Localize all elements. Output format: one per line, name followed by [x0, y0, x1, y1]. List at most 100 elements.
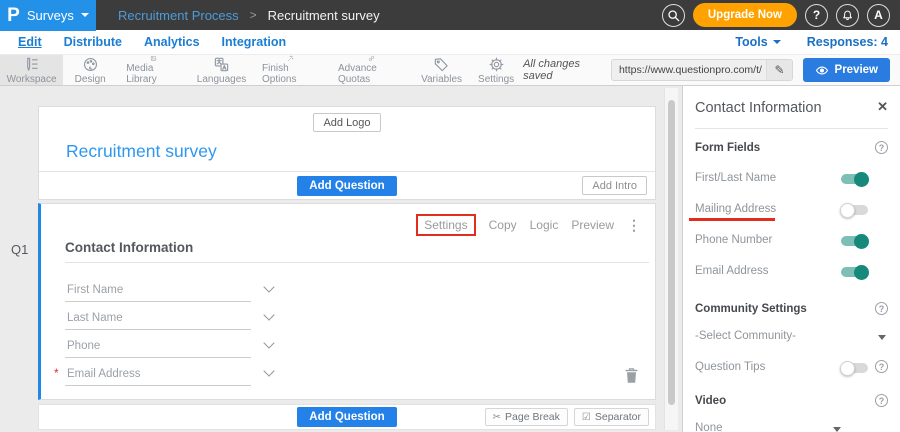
tab-analytics[interactable]: Analytics	[140, 35, 204, 49]
question-actions: Settings Copy Logic Preview ⋮	[416, 214, 641, 236]
canvas-scrollbar[interactable]	[664, 88, 678, 430]
select-community-dropdown[interactable]: -Select Community-	[695, 330, 888, 346]
tools-menu[interactable]: Tools	[735, 35, 780, 49]
add-logo-button[interactable]: Add Logo	[313, 113, 380, 132]
trash-icon	[624, 367, 639, 384]
separator-button[interactable]: ☑ Separator	[574, 408, 649, 426]
question-copy-button[interactable]: Copy	[489, 218, 517, 232]
scissors-icon: ✂	[493, 412, 501, 423]
form-fields-heading: Form Fields ?	[695, 142, 888, 154]
question-number: Q1	[11, 242, 28, 257]
topbar-actions: Upgrade Now ? A	[662, 3, 900, 27]
question-preview-button[interactable]: Preview	[571, 218, 614, 232]
toggle-row-email-address: Email Address	[695, 265, 888, 281]
first-last-name-toggle[interactable]	[841, 174, 868, 184]
image-icon	[145, 55, 162, 62]
search-icon	[667, 9, 680, 22]
upgrade-now-button[interactable]: Upgrade Now	[693, 3, 797, 27]
phone-number-toggle[interactable]	[841, 236, 868, 246]
add-question-button-bottom[interactable]: Add Question	[297, 407, 396, 427]
tab-integration[interactable]: Integration	[218, 35, 291, 49]
survey-url-input[interactable]	[612, 64, 767, 76]
chevron-down-icon	[773, 40, 781, 44]
add-question-button-top[interactable]: Add Question	[297, 176, 396, 196]
palette-icon	[82, 56, 99, 73]
divider	[695, 128, 888, 129]
toolbar-item-design[interactable]: Design	[63, 55, 117, 85]
toolbar-item-finish-options[interactable]: Finish Options	[253, 55, 329, 85]
toggle-row-question-tips: Question Tips ?	[695, 361, 888, 377]
help-icon[interactable]: ?	[875, 360, 888, 373]
help-icon[interactable]: ?	[875, 394, 888, 407]
tag-icon	[433, 56, 450, 73]
toggle-row-phone-number: Phone Number	[695, 234, 888, 250]
toolbar-item-settings[interactable]: Settings	[469, 55, 523, 85]
question-tips-toggle[interactable]	[841, 363, 868, 373]
survey-title[interactable]: Recruitment survey	[66, 141, 217, 162]
toolbar-item-variables[interactable]: Variables	[414, 55, 469, 85]
toolbar-item-advance-quotas[interactable]: Advance Quotas	[329, 55, 414, 85]
workspace-icon	[23, 56, 40, 73]
question-settings-panel: Contact Information ✕ Form Fields ? Firs…	[682, 86, 900, 432]
survey-nav: Edit Distribute Analytics Integration To…	[0, 30, 900, 54]
edit-url-icon[interactable]: ✎	[766, 60, 791, 80]
tab-distribute[interactable]: Distribute	[60, 35, 126, 49]
community-settings-heading: Community Settings ?	[695, 303, 888, 315]
chevron-down-icon	[81, 13, 89, 17]
help-button[interactable]: ?	[805, 4, 828, 27]
contact-fields: First Name Last Name Phone * Email Addre…	[65, 274, 251, 386]
app-logo-menu[interactable]: P Surveys	[0, 0, 96, 31]
topbar: P Surveys Recruitment Process > Recruitm…	[0, 0, 900, 30]
question-logic-button[interactable]: Logic	[530, 218, 559, 232]
question-title[interactable]: Contact Information	[65, 240, 193, 255]
field-first-name[interactable]: First Name	[65, 274, 251, 302]
scrollbar-thumb[interactable]	[668, 100, 675, 405]
chevron-down-icon[interactable]	[263, 309, 274, 320]
field-phone[interactable]: Phone	[65, 330, 251, 358]
magic-wand-icon	[282, 55, 299, 62]
breadcrumb: Recruitment Process > Recruitment survey	[118, 8, 380, 23]
editor-toolbar: Workspace Design Media Library Languages…	[0, 54, 900, 86]
page-break-button[interactable]: ✂ Page Break	[485, 408, 568, 426]
survey-url-box: ✎	[611, 59, 793, 81]
avatar[interactable]: A	[867, 4, 890, 27]
breadcrumb-parent[interactable]: Recruitment Process	[118, 8, 239, 23]
questionpro-logo: P	[7, 6, 20, 25]
help-icon[interactable]: ?	[875, 141, 888, 154]
toolbar-item-languages[interactable]: Languages	[190, 55, 253, 85]
notifications-button[interactable]	[836, 4, 859, 27]
bell-icon	[841, 9, 854, 22]
tab-edit[interactable]: Edit	[14, 35, 46, 49]
help-icon[interactable]: ?	[875, 302, 888, 315]
chevron-down-icon	[833, 427, 841, 432]
survey-header-card: Add Logo Recruitment survey Add Question…	[38, 106, 656, 200]
field-last-name[interactable]: Last Name	[65, 302, 251, 330]
red-annotation-underline	[689, 218, 775, 221]
surveys-menu-label: Surveys	[27, 8, 74, 23]
search-button[interactable]	[662, 4, 685, 27]
panel-title: Contact Information	[695, 100, 822, 116]
breadcrumb-current: Recruitment survey	[268, 8, 380, 23]
preview-button[interactable]: Preview	[803, 58, 890, 82]
chevron-down-icon[interactable]	[263, 281, 274, 292]
video-dropdown[interactable]: None	[695, 422, 888, 432]
toolbar-item-workspace[interactable]: Workspace	[0, 55, 63, 85]
save-status: All changes saved	[523, 58, 601, 82]
kebab-menu-icon[interactable]: ⋮	[627, 217, 641, 234]
chevron-down-icon[interactable]	[263, 337, 274, 348]
chevron-down-icon[interactable]	[263, 365, 274, 376]
mailing-address-toggle[interactable]	[841, 205, 868, 215]
close-icon[interactable]: ✕	[877, 99, 888, 115]
toolbar-item-media-library[interactable]: Media Library	[117, 55, 190, 85]
add-intro-button[interactable]: Add Intro	[582, 176, 647, 195]
delete-question-button[interactable]	[624, 367, 639, 389]
checkbox-icon: ☑	[582, 412, 591, 423]
canvas-footer-bar: Add Question ✂ Page Break ☑ Separator	[38, 404, 656, 430]
email-address-toggle[interactable]	[841, 267, 868, 277]
question-settings-button[interactable]: Settings	[416, 214, 475, 236]
breadcrumb-separator: >	[250, 8, 257, 22]
responses-count[interactable]: Responses: 4	[807, 35, 888, 49]
field-email-address[interactable]: * Email Address	[65, 358, 251, 386]
question-card: Settings Copy Logic Preview ⋮ Contact In…	[38, 203, 656, 400]
toggle-row-mailing-address: Mailing Address	[695, 203, 888, 219]
